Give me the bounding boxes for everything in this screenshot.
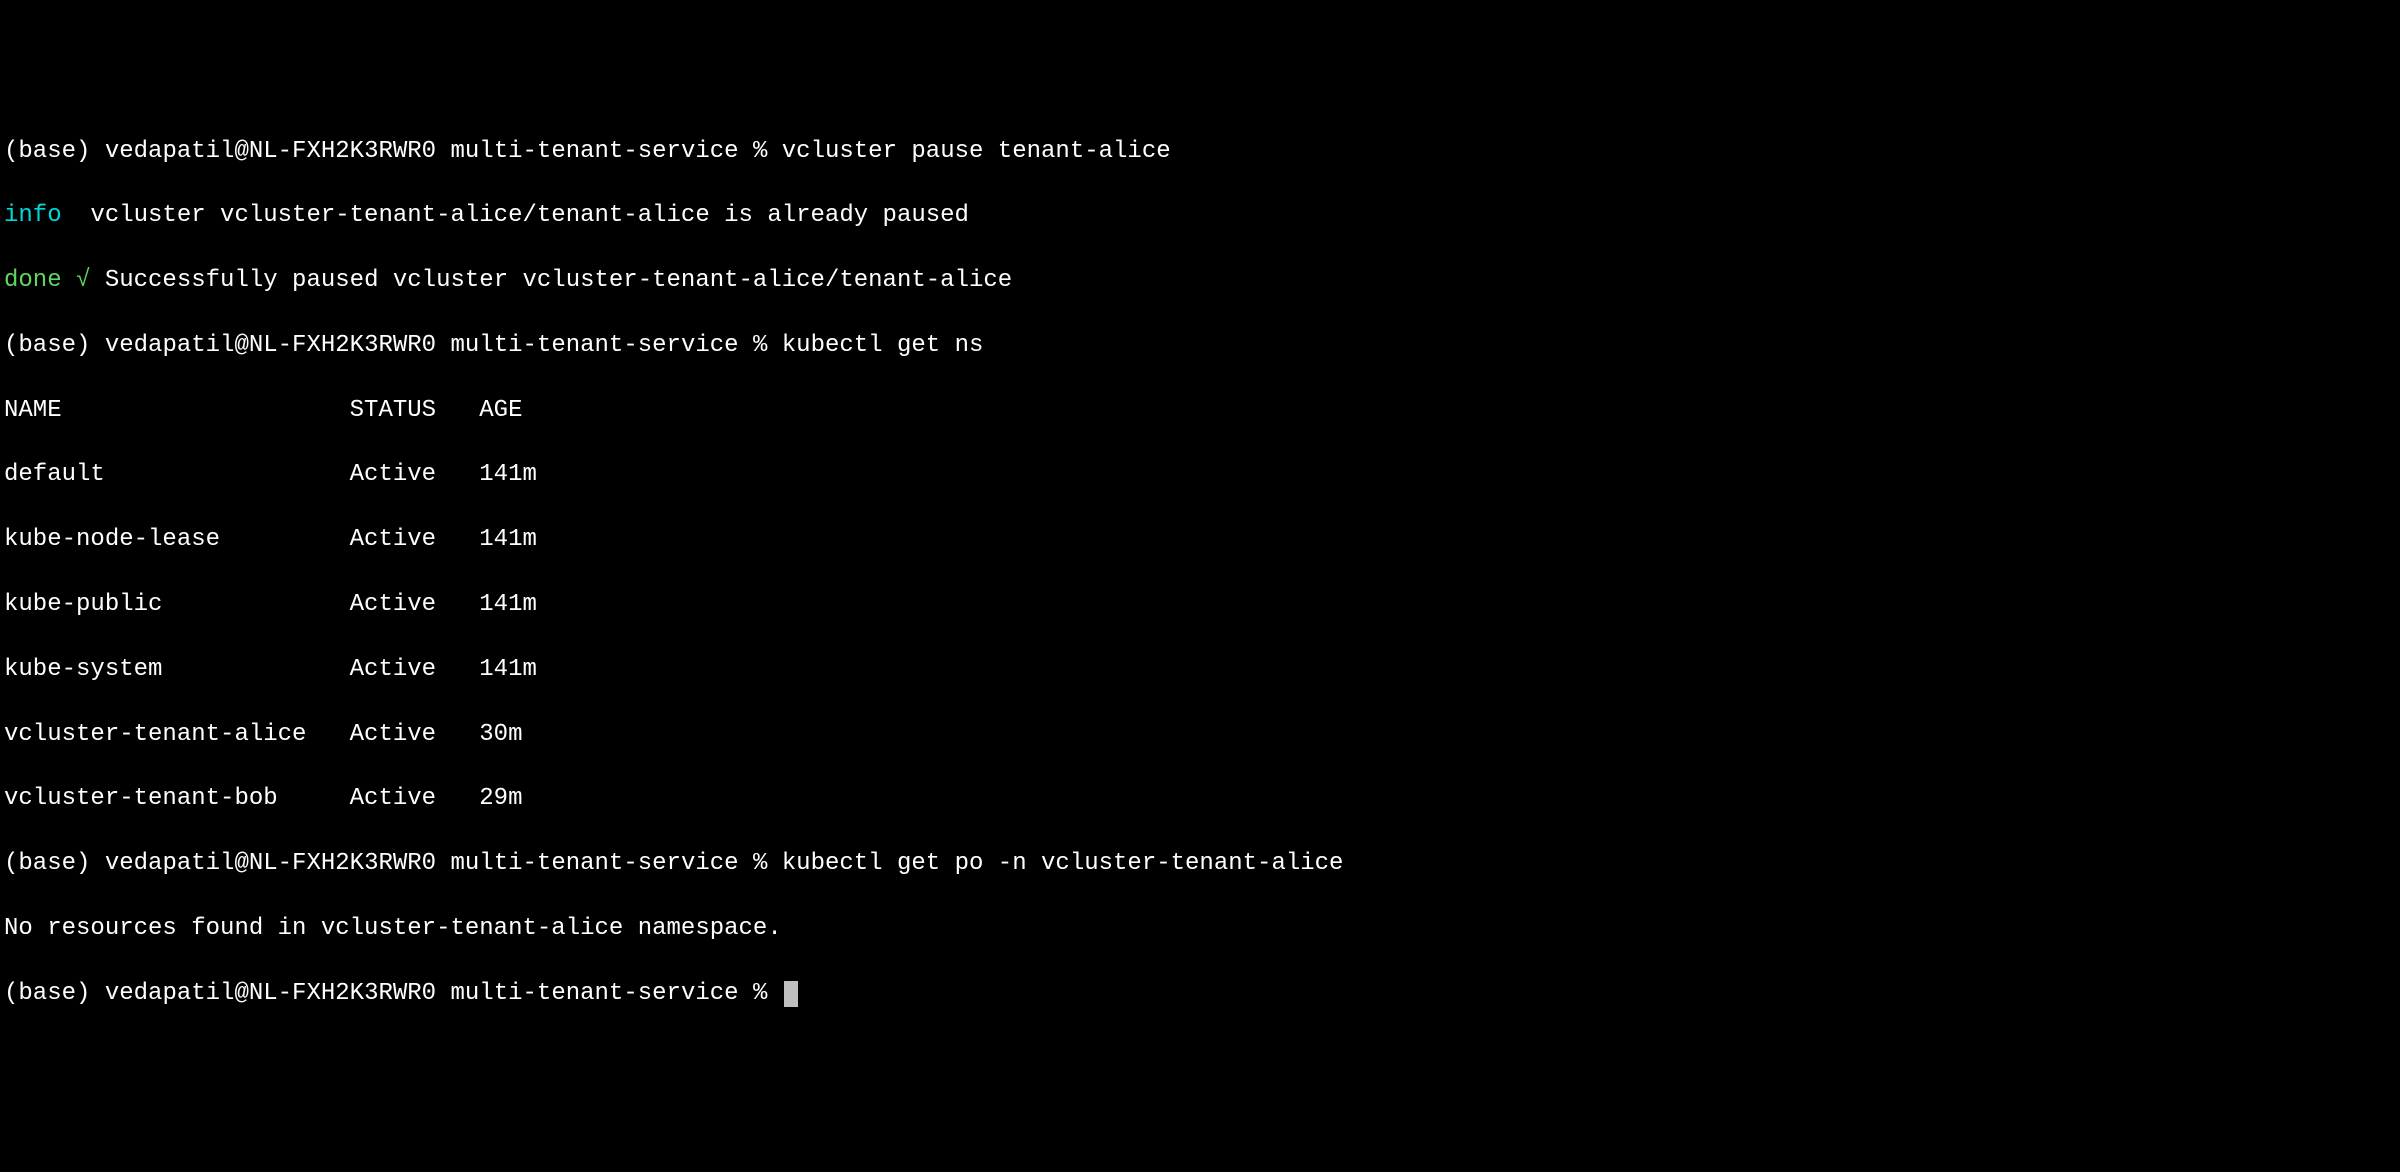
prompt-dir: multi-tenant-service — [451, 138, 739, 165]
table-row: vcluster-tenant-bob Active 29m — [4, 783, 2396, 815]
terminal-line-prompt-1: (base) vedapatil@NL-FXH2K3RWR0 multi-ten… — [4, 136, 2396, 168]
ns-table-header: NAME STATUS AGE — [4, 395, 2396, 427]
prompt-dir: multi-tenant-service — [451, 850, 739, 877]
terminal-line-info: info vcluster vcluster-tenant-alice/tena… — [4, 200, 2396, 232]
table-row: kube-node-lease Active 141m — [4, 524, 2396, 556]
done-tag: done √ — [4, 267, 90, 294]
prompt-separator: % — [753, 850, 767, 877]
table-row: kube-system Active 141m — [4, 654, 2396, 686]
table-row: default Active 141m — [4, 459, 2396, 491]
terminal-line-done: done √ Successfully paused vcluster vclu… — [4, 265, 2396, 297]
terminal-cursor — [784, 981, 798, 1007]
prompt-separator: % — [753, 138, 767, 165]
prompt-user-host: vedapatil@NL-FXH2K3RWR0 — [105, 980, 436, 1007]
command-input[interactable]: kubectl get po -n vcluster-tenant-alice — [782, 850, 1344, 877]
prompt-user-host: vedapatil@NL-FXH2K3RWR0 — [105, 138, 436, 165]
prompt-env: (base) — [4, 332, 90, 359]
terminal-line-prompt-4: (base) vedapatil@NL-FXH2K3RWR0 multi-ten… — [4, 978, 2396, 1010]
table-row: vcluster-tenant-alice Active 30m — [4, 719, 2396, 751]
prompt-env: (base) — [4, 980, 90, 1007]
prompt-env: (base) — [4, 138, 90, 165]
table-row: kube-public Active 141m — [4, 589, 2396, 621]
prompt-user-host: vedapatil@NL-FXH2K3RWR0 — [105, 332, 436, 359]
prompt-separator: % — [753, 980, 767, 1007]
terminal-line-prompt-3: (base) vedapatil@NL-FXH2K3RWR0 multi-ten… — [4, 848, 2396, 880]
prompt-user-host: vedapatil@NL-FXH2K3RWR0 — [105, 850, 436, 877]
no-resources-message: No resources found in vcluster-tenant-al… — [4, 913, 2396, 945]
prompt-dir: multi-tenant-service — [451, 980, 739, 1007]
terminal-line-prompt-2: (base) vedapatil@NL-FXH2K3RWR0 multi-ten… — [4, 330, 2396, 362]
command-input[interactable]: kubectl get ns — [782, 332, 984, 359]
prompt-env: (base) — [4, 850, 90, 877]
prompt-dir: multi-tenant-service — [451, 332, 739, 359]
prompt-separator: % — [753, 332, 767, 359]
info-tag: info — [4, 202, 62, 229]
command-input[interactable]: vcluster pause tenant-alice — [782, 138, 1171, 165]
info-message: vcluster vcluster-tenant-alice/tenant-al… — [62, 202, 969, 229]
done-message: Successfully paused vcluster vcluster-te… — [90, 267, 1012, 294]
